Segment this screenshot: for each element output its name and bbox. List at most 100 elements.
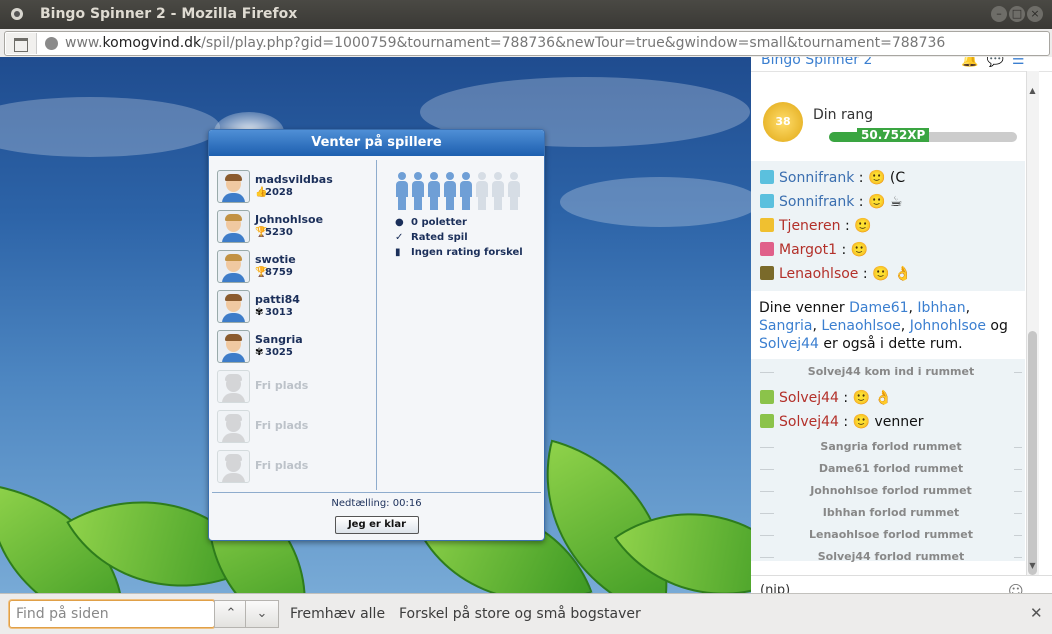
find-previous-button[interactable]: ⌃ bbox=[214, 600, 248, 628]
player-slot[interactable]: patti84 ✾ 3013 bbox=[217, 290, 377, 326]
friend-link[interactable]: Lenaohlsoe bbox=[821, 318, 900, 334]
friend-link[interactable]: Ibhhan bbox=[917, 300, 965, 316]
rank-panel: 38 Din rang 50.752XP bbox=[751, 92, 1025, 160]
bell-icon[interactable]: 🔔 bbox=[961, 57, 986, 68]
free-slot-label: Fri plads bbox=[255, 419, 309, 432]
chat-line: Sonnifrank : 🙂 (C bbox=[760, 170, 905, 186]
chat-user[interactable]: Sonnifrank bbox=[779, 170, 854, 186]
player-slot[interactable]: swotie 🏆 8759 bbox=[217, 250, 377, 286]
dialog-footer: Nedtælling: 00:16 Jeg er klar bbox=[212, 492, 541, 539]
smiley-icon: 🙂 bbox=[854, 218, 872, 234]
smiley-icon: 🙂 bbox=[867, 194, 886, 210]
match-case-option[interactable]: Forskel på store og små bogstaver bbox=[399, 606, 641, 622]
user-icon bbox=[760, 390, 774, 404]
url-field[interactable]: www.komogvind.dk/spil/play.php?gid=10007… bbox=[4, 31, 1050, 56]
level-badge: 38 bbox=[763, 102, 803, 142]
url-text[interactable]: www.komogvind.dk/spil/play.php?gid=10007… bbox=[65, 35, 945, 51]
find-next-button[interactable]: ⌄ bbox=[245, 600, 279, 628]
free-slot: Fri plads bbox=[217, 410, 377, 446]
scroll-up-icon[interactable]: ▲ bbox=[1028, 86, 1037, 96]
navigation-bar: www.komogvind.dk/spil/play.php?gid=10007… bbox=[0, 29, 1052, 58]
player-name: Johnohlsoe bbox=[255, 213, 324, 226]
find-bar: Find på siden ⌃ ⌄ Fremhæv alle Forskel p… bbox=[0, 593, 1052, 634]
sidebar-header: Bingo Spinner 2 🔔💬☰ bbox=[751, 57, 1052, 72]
rated-icon: ✓ bbox=[395, 232, 404, 243]
app-name[interactable]: Bingo Spinner 2 bbox=[761, 57, 872, 68]
free-slot: Fri plads bbox=[217, 450, 377, 486]
chat-user[interactable]: Sonnifrank bbox=[779, 194, 854, 210]
chat-line: Tjeneren : 🙂 bbox=[760, 218, 872, 234]
countdown: Nedtælling: 00:16 bbox=[331, 498, 422, 509]
wreath-icon: ✾ bbox=[255, 307, 264, 318]
empty-avatar bbox=[217, 450, 250, 483]
user-icon bbox=[760, 266, 774, 280]
player-name: swotie bbox=[255, 253, 296, 266]
free-slot: Fri plads bbox=[217, 370, 377, 406]
chat-user[interactable]: Solvej44 bbox=[779, 414, 839, 430]
firefox-icon bbox=[11, 8, 23, 20]
chat-user[interactable]: Lenaohlsoe bbox=[779, 266, 858, 282]
avatar bbox=[217, 330, 250, 363]
scrollbar-thumb[interactable] bbox=[1028, 331, 1037, 575]
player-count-icon bbox=[395, 172, 525, 210]
smiley-icon: 🙂 bbox=[852, 390, 871, 406]
chat-input-text[interactable]: (nip) bbox=[760, 583, 790, 593]
coin-icon: ● bbox=[395, 217, 404, 228]
cloud bbox=[560, 177, 751, 227]
rated-info: ✓ Rated spil bbox=[395, 232, 468, 243]
friend-link[interactable]: Solvej44 bbox=[759, 336, 819, 352]
free-slot-label: Fri plads bbox=[255, 379, 309, 392]
player-score: 8759 bbox=[265, 267, 293, 278]
chat-bubble-icon[interactable]: 💬 bbox=[986, 57, 1011, 68]
scroll-down-icon[interactable]: ▼ bbox=[1028, 561, 1037, 571]
user-icon bbox=[760, 194, 774, 208]
player-slot[interactable]: Johnohlsoe 🏆 5230 bbox=[217, 210, 377, 246]
coins-info: ● 0 poletter bbox=[395, 217, 467, 228]
avatar bbox=[217, 250, 250, 283]
game-info-panel: ● 0 poletter ✓ Rated spil ▮ Ingen rating fo… bbox=[377, 160, 542, 490]
player-score: 3013 bbox=[265, 307, 293, 318]
system-message: Solvej44 forlod rummet bbox=[760, 550, 1022, 563]
friend-link[interactable]: Dame61 bbox=[849, 300, 908, 316]
ready-button[interactable]: Jeg er klar bbox=[335, 516, 419, 534]
xp-value: 50.752XP bbox=[857, 128, 930, 142]
chat-scrollbar[interactable]: ▲ ▼ bbox=[1026, 71, 1039, 576]
minimize-button[interactable]: – bbox=[991, 6, 1007, 22]
menu-icon[interactable]: ☰ bbox=[1012, 57, 1033, 68]
player-name: patti84 bbox=[255, 293, 300, 306]
empty-avatar bbox=[217, 370, 250, 403]
chat-user[interactable]: Margot1 bbox=[779, 242, 837, 258]
friend-link[interactable]: Sangria bbox=[759, 318, 812, 334]
player-score: 2028 bbox=[265, 187, 293, 198]
player-slot[interactable]: madsvildbas 👍 2028 bbox=[217, 170, 377, 206]
highlight-all-option[interactable]: Fremhæv alle bbox=[290, 606, 385, 622]
window-titlebar: Bingo Spinner 2 - Mozilla Firefox – □ × bbox=[0, 0, 1052, 29]
system-message: Dame61 forlod rummet bbox=[760, 462, 1022, 475]
tab-groups-icon[interactable] bbox=[6, 33, 37, 54]
wreath-icon: ✾ bbox=[255, 347, 264, 358]
player-slot[interactable]: Sangria ✾ 3025 bbox=[217, 330, 377, 366]
header-icons: 🔔💬☰ bbox=[961, 57, 1032, 68]
close-window-button[interactable]: × bbox=[1027, 6, 1043, 22]
rating-diff-info: ▮ Ingen rating forskel bbox=[395, 247, 523, 258]
chat-line: Solvej44 : 🙂 venner bbox=[760, 414, 923, 430]
site-identity-icon[interactable] bbox=[45, 37, 58, 50]
chat-user[interactable]: Tjeneren bbox=[779, 218, 840, 234]
emoji-icon[interactable]: ☺ bbox=[1008, 582, 1024, 593]
waiting-dialog: Venter på spillere madsvildbas 👍 2028 Jo… bbox=[208, 129, 545, 541]
chat-input[interactable]: (nip) ☺ bbox=[751, 575, 1052, 593]
chat-user[interactable]: Solvej44 bbox=[779, 390, 839, 406]
system-message: Sangria forlod rummet bbox=[760, 440, 1022, 453]
player-name: Sangria bbox=[255, 333, 303, 346]
avatar bbox=[217, 290, 250, 323]
close-find-bar-icon[interactable]: ✕ bbox=[1030, 604, 1043, 622]
maximize-button[interactable]: □ bbox=[1009, 6, 1025, 22]
player-name: madsvildbas bbox=[255, 173, 333, 186]
find-input[interactable]: Find på siden bbox=[9, 600, 215, 628]
chat-line: Lenaohlsoe : 🙂 👌 bbox=[760, 266, 911, 282]
countdown-value: 00:16 bbox=[392, 498, 422, 509]
friend-link[interactable]: Johnohlsoe bbox=[910, 318, 986, 334]
friends-notice: Dine venner Dame61, Ibhhan, Sangria, Len… bbox=[759, 300, 1008, 352]
user-icon bbox=[760, 170, 774, 184]
game-canvas[interactable]: Venter på spillere madsvildbas 👍 2028 Jo… bbox=[0, 57, 751, 593]
